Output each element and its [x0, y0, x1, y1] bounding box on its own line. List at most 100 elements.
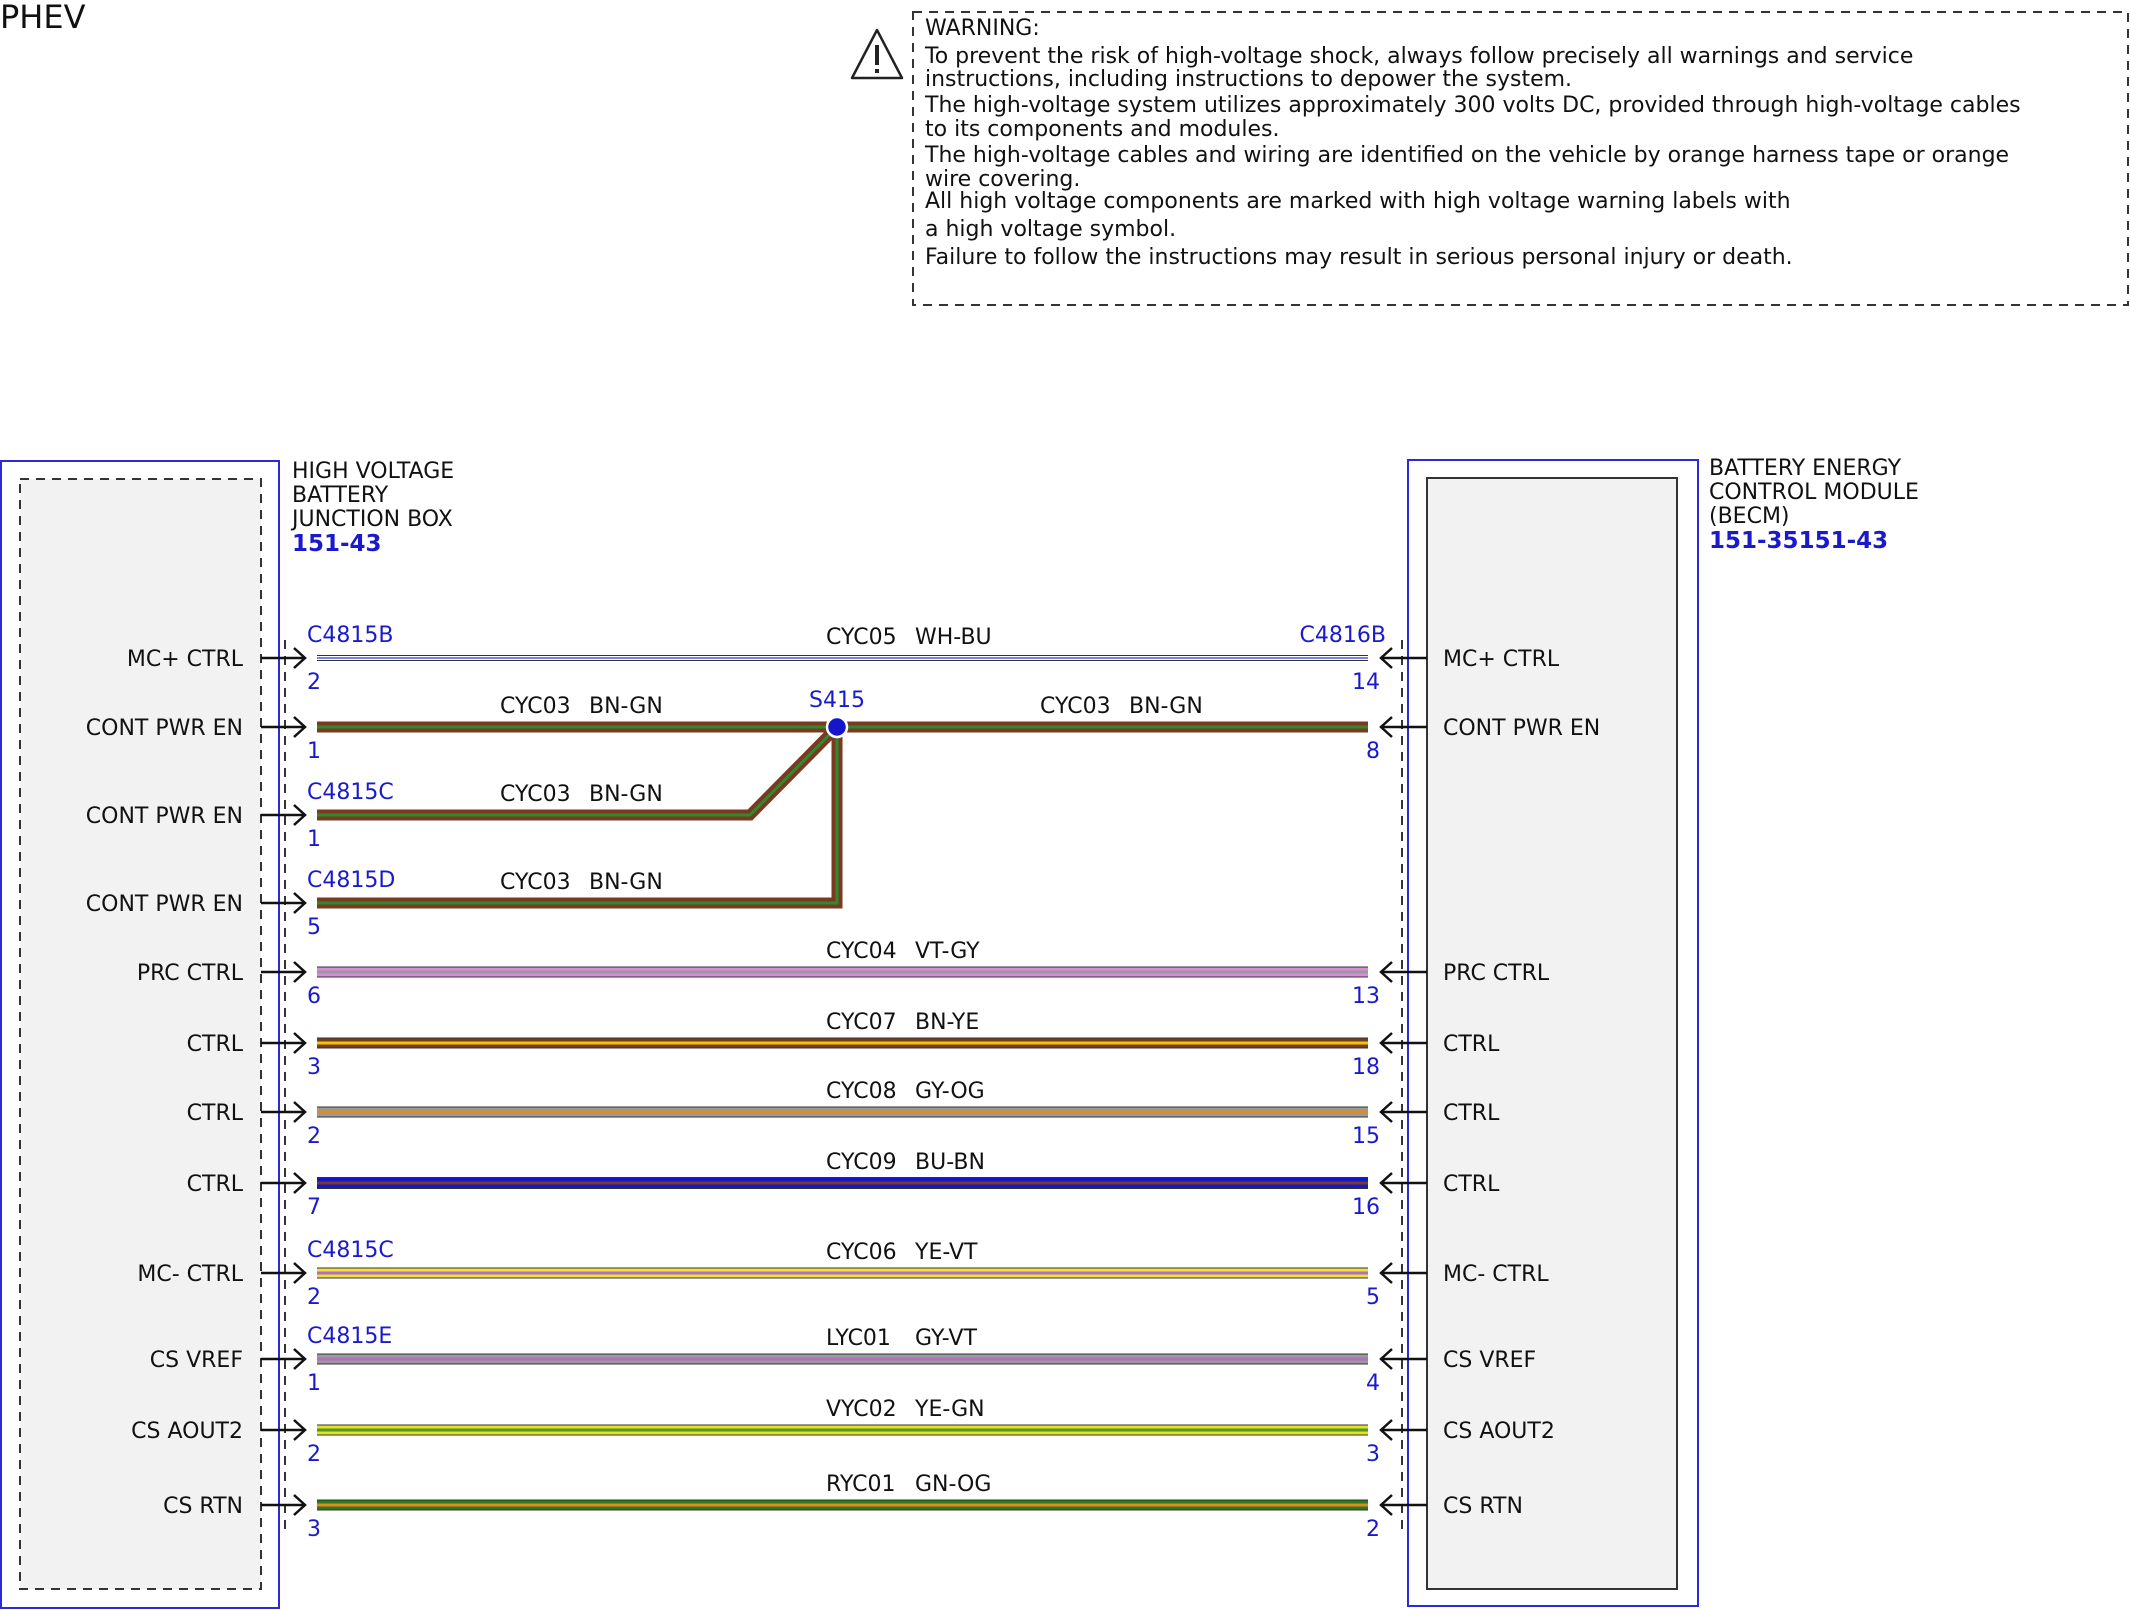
right-pin-label: CONT PWR EN [1443, 716, 1600, 741]
left-pin-number: 5 [307, 915, 321, 940]
right-pin-number: 15 [1352, 1124, 1380, 1149]
right-pin-label: CTRL [1443, 1101, 1500, 1126]
left-component-name-1: HIGH VOLTAGE [292, 459, 454, 484]
wire-color: GY-VT [915, 1326, 977, 1351]
warning-line: All high voltage components are marked w… [925, 189, 1791, 214]
wiring-diagram: PHEV WARNING: To prevent the risk of hig… [0, 0, 2130, 1610]
left-pin-label: PRC CTRL [137, 961, 244, 986]
left-pin-label: CONT PWR EN [86, 716, 243, 741]
left-pin-number: 1 [307, 739, 321, 764]
left-component-name-3: JUNCTION BOX [290, 507, 453, 532]
left-pin-label: MC+ CTRL [127, 647, 244, 672]
warning-line: The high-voltage system utilizes approxi… [924, 93, 2021, 118]
left-component-name-2: BATTERY [292, 483, 389, 508]
warning-triangle-icon [850, 28, 904, 80]
wire-circuit: CYC08 [826, 1079, 897, 1104]
wire-color: BU-BN [915, 1150, 985, 1175]
warning-line: instructions, including instructions to … [925, 67, 1572, 92]
right-pin-number: 2 [1366, 1517, 1380, 1542]
wire-circuit: CYC03 [500, 694, 571, 719]
left-pin-number: 1 [307, 827, 321, 852]
wire-color: GY-OG [915, 1079, 985, 1104]
left-pin-label: CTRL [187, 1101, 244, 1126]
wire-circuit: CYC05 [826, 625, 897, 650]
warning-line: to its components and modules. [925, 117, 1279, 142]
left-pin-number: 2 [307, 1124, 321, 1149]
left-connector-id[interactable]: C4815E [307, 1324, 392, 1349]
right-pin-number: 14 [1352, 670, 1380, 695]
page-label: PHEV [0, 0, 86, 36]
left-pin-label: CTRL [187, 1032, 244, 1057]
wire-circuit: LYC01 [826, 1326, 891, 1351]
left-connector-id[interactable]: C4815B [307, 623, 393, 648]
left-pin-number: 2 [307, 1442, 321, 1467]
wire-circuit: CYC07 [826, 1010, 897, 1035]
warning-line: Failure to follow the instructions may r… [925, 245, 1793, 270]
wire-color: BN-YE [915, 1010, 979, 1035]
left-component-ref[interactable]: 151-43 [292, 531, 382, 557]
right-pin-label: CS VREF [1443, 1348, 1536, 1373]
splice-dot[interactable] [825, 715, 849, 739]
wire-circuit: CYC03 [500, 782, 571, 807]
right-pin-number: 13 [1352, 984, 1380, 1009]
left-connector-id[interactable]: C4815C [307, 1238, 394, 1263]
wire-color: YE-GN [914, 1397, 985, 1422]
right-pin-label: CS AOUT2 [1443, 1419, 1555, 1444]
left-pin-number: 3 [307, 1055, 321, 1080]
left-pin-number: 2 [307, 1285, 321, 1310]
left-pin-label: CONT PWR EN [86, 892, 243, 917]
wire-circuit: CYC03 [500, 870, 571, 895]
right-component-name-2: CONTROL MODULE [1709, 480, 1919, 505]
warning-line: The high-voltage cables and wiring are i… [924, 143, 2009, 168]
right-component-name-3: (BECM) [1709, 504, 1790, 529]
diagram-canvas: PHEV WARNING: To prevent the risk of hig… [0, 0, 2129, 1609]
left-pin-label: CONT PWR EN [86, 804, 243, 829]
left-pin-label: CTRL [187, 1172, 244, 1197]
left-pin-label: CS VREF [150, 1348, 243, 1373]
right-pin-number: 18 [1352, 1055, 1380, 1080]
wire-circuit: CYC03 [1040, 694, 1111, 719]
warning-lines: To prevent the risk of high-voltage shoc… [924, 44, 2021, 270]
left-pin-label: MC- CTRL [137, 1262, 243, 1287]
left-connector-id[interactable]: C4815C [307, 780, 394, 805]
right-pin-number: 5 [1366, 1285, 1380, 1310]
left-pin-number: 3 [307, 1517, 321, 1542]
right-pin-label: CTRL [1443, 1172, 1500, 1197]
wire-circuit: CYC04 [826, 939, 897, 964]
right-pin-label: PRC CTRL [1443, 961, 1550, 986]
wire-circuit: RYC01 [826, 1472, 895, 1497]
wire-color: BN-GN [589, 782, 663, 807]
right-pin-label: CTRL [1443, 1032, 1500, 1057]
right-component-ref[interactable]: 151-35151-43 [1709, 528, 1888, 554]
wire-circuit: VYC02 [826, 1397, 897, 1422]
right-pin-number: 16 [1352, 1195, 1380, 1220]
wire-labels: MC+ CTRL2C4815B CYC05 WH-BUMC+ CTRL14C4816… [86, 623, 1600, 1542]
left-pin-number: 1 [307, 1371, 321, 1396]
left-pin-label: CS RTN [163, 1494, 243, 1519]
right-pin-number: 3 [1366, 1442, 1380, 1467]
warning-line: a high voltage symbol. [925, 217, 1176, 242]
wire-color: BN-GN [589, 694, 663, 719]
wire-color: GN-OG [915, 1472, 991, 1497]
left-pin-label: CS AOUT2 [131, 1419, 243, 1444]
wire-color: VT-GY [915, 939, 980, 964]
right-connector-id[interactable]: C4816B [1300, 623, 1386, 648]
left-pin-number: 2 [307, 670, 321, 695]
right-component-name-1: BATTERY ENERGY [1709, 456, 1902, 481]
right-pin-label: MC- CTRL [1443, 1262, 1549, 1287]
right-pin-label: CS RTN [1443, 1494, 1523, 1519]
right-pin-number: 4 [1366, 1371, 1380, 1396]
left-connector-id[interactable]: C4815D [307, 868, 395, 893]
wire-circuit: CYC09 [826, 1150, 897, 1175]
wire-color: YE-VT [914, 1240, 978, 1265]
wire-color: BN-GN [589, 870, 663, 895]
warning-title: WARNING: [925, 16, 1040, 41]
right-pin-label: MC+ CTRL [1443, 647, 1560, 672]
wire-circuit: CYC06 [826, 1240, 897, 1265]
wire-color: WH-BU [915, 625, 992, 650]
left-pin-number: 6 [307, 984, 321, 1009]
wire-color: BN-GN [1129, 694, 1203, 719]
warning-box: WARNING: To prevent the risk of high-vol… [850, 11, 2129, 306]
splice-label[interactable]: S415 [809, 688, 865, 713]
left-pin-number: 7 [307, 1195, 321, 1220]
